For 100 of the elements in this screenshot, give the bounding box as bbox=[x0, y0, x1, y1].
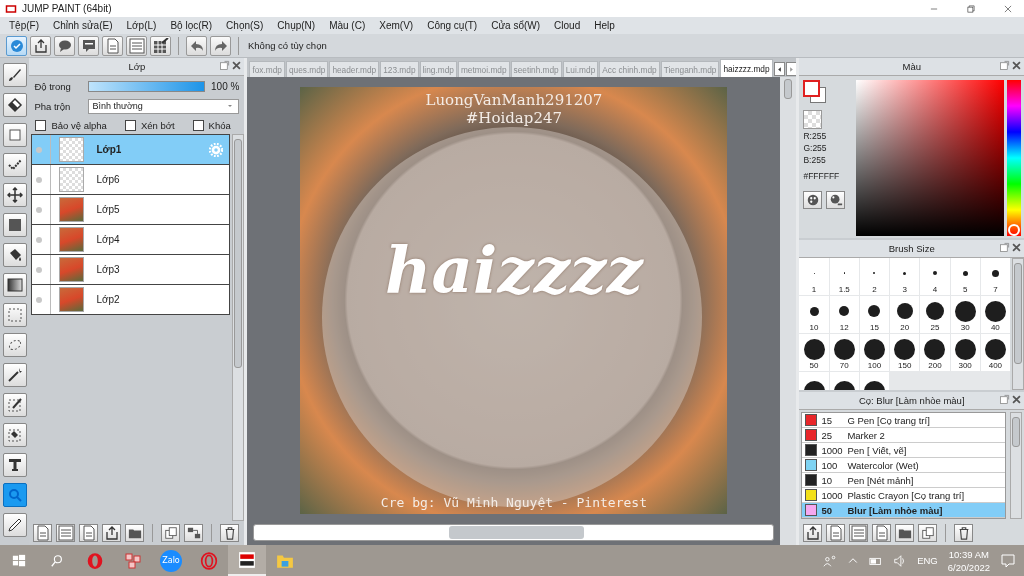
menu-item[interactable]: Công cụ(T) bbox=[420, 20, 485, 31]
brush-size-option[interactable]: 3 bbox=[890, 258, 920, 295]
tool-button[interactable] bbox=[2, 393, 27, 417]
taskbar-app[interactable] bbox=[228, 545, 266, 576]
folder-button[interactable] bbox=[895, 524, 915, 542]
horizontal-scrollbar[interactable] bbox=[253, 524, 775, 541]
brush-action-button[interactable] bbox=[803, 524, 823, 542]
menu-item[interactable]: Cửa sổ(W) bbox=[484, 20, 548, 31]
folder-button[interactable] bbox=[125, 524, 145, 542]
brush-item[interactable]: 25 Marker 2 bbox=[802, 428, 1005, 443]
brush-size-option[interactable]: 200 bbox=[920, 334, 950, 371]
rgb-value: R:255 bbox=[803, 131, 828, 141]
layer-row[interactable]: Lớp3 bbox=[32, 255, 230, 285]
brush-size-option[interactable]: 30 bbox=[950, 296, 980, 333]
menu-item[interactable]: Bộ lọc(R) bbox=[163, 20, 220, 31]
brush-item[interactable]: 50 Blur [Làm nhòe màu] bbox=[802, 503, 1005, 518]
brush-size-option[interactable]: 70 bbox=[829, 334, 859, 371]
scrollbar[interactable] bbox=[1012, 258, 1024, 390]
layer-row[interactable]: Lớp2 bbox=[32, 285, 230, 315]
duplicate-button[interactable] bbox=[918, 524, 938, 542]
tab-scroll-left-button[interactable] bbox=[773, 62, 785, 76]
tool-button[interactable] bbox=[2, 153, 27, 177]
brush-item[interactable]: 15 G Pen [Cọ trang trí] bbox=[802, 413, 1005, 428]
palette-button[interactable] bbox=[803, 191, 823, 209]
tool-button[interactable] bbox=[2, 243, 27, 267]
brush-size-option[interactable]: 25 bbox=[920, 296, 950, 333]
tool-button[interactable] bbox=[2, 183, 27, 207]
brush-size-option[interactable]: 2 bbox=[859, 258, 890, 295]
scrollbar[interactable] bbox=[232, 134, 245, 521]
toolbar-button[interactable] bbox=[54, 35, 75, 56]
vertical-scrollbar[interactable] bbox=[780, 77, 797, 545]
tool-button[interactable] bbox=[2, 513, 27, 537]
redo-button[interactable] bbox=[210, 35, 231, 56]
toolbar-button[interactable] bbox=[78, 35, 99, 56]
saturation-picker[interactable] bbox=[856, 80, 1004, 236]
brush-size-option[interactable]: 150 bbox=[890, 334, 920, 371]
visibility-dot-icon[interactable] bbox=[36, 266, 43, 273]
palette-edit-button[interactable] bbox=[826, 191, 846, 209]
duplicate-button[interactable] bbox=[161, 524, 181, 542]
tool-button[interactable] bbox=[2, 63, 27, 87]
visibility-dot-icon[interactable] bbox=[36, 206, 43, 213]
layer-row[interactable]: Lớp1 bbox=[32, 135, 230, 165]
blend-mode-dropdown[interactable]: Bình thường bbox=[88, 98, 240, 114]
brush-size-option[interactable]: 50 bbox=[799, 334, 829, 371]
hue-spectrum-bar[interactable] bbox=[1007, 80, 1021, 236]
brush-size-option[interactable]: 20 bbox=[890, 296, 920, 333]
brush-item[interactable]: 1000 Pen [ Viết, vẽ] bbox=[802, 443, 1005, 458]
brush-size-option[interactable]: 12 bbox=[829, 296, 859, 333]
layer-action-button[interactable] bbox=[102, 524, 122, 542]
visibility-dot-icon[interactable] bbox=[36, 296, 43, 303]
brush-size-option[interactable]: 40 bbox=[980, 296, 1010, 333]
menu-item[interactable]: Màu (C) bbox=[322, 20, 373, 31]
visibility-dot-icon[interactable] bbox=[36, 146, 43, 153]
menu-item[interactable]: Lớp(L) bbox=[119, 20, 164, 31]
visibility-dot-icon[interactable] bbox=[36, 176, 43, 183]
brush-size-option[interactable]: 1 bbox=[799, 258, 829, 295]
layer-row[interactable]: Lớp4 bbox=[32, 225, 230, 255]
brush-item[interactable]: 10 Pen [Nét mảnh] bbox=[802, 473, 1005, 488]
brush-size-option[interactable]: 4 bbox=[920, 258, 950, 295]
merge-button[interactable] bbox=[184, 524, 204, 542]
tool-button[interactable] bbox=[2, 273, 27, 297]
undo-button[interactable] bbox=[186, 35, 207, 56]
brush-size-option[interactable]: 400 bbox=[980, 334, 1010, 371]
brush-size-option[interactable]: 100 bbox=[859, 334, 890, 371]
tool-button[interactable] bbox=[2, 363, 27, 387]
checkbox[interactable]: Khóa bbox=[192, 119, 231, 131]
windows-icon bbox=[12, 553, 26, 568]
delete-button[interactable] bbox=[220, 524, 240, 542]
brush-size-option[interactable]: 7 bbox=[980, 258, 1010, 295]
document-tab[interactable]: haizzzz.mdp bbox=[720, 59, 773, 77]
tab-scroll-right-button[interactable] bbox=[785, 62, 797, 76]
menu-item[interactable]: Chụp(N) bbox=[270, 20, 323, 31]
menu-item[interactable]: Xem(V) bbox=[372, 20, 421, 31]
toolbar-button[interactable] bbox=[150, 35, 171, 56]
layer-row[interactable]: Lớp6 bbox=[32, 165, 230, 195]
menu-item[interactable]: Chọn(S) bbox=[219, 20, 271, 31]
tool-button[interactable] bbox=[2, 213, 27, 237]
tool-button[interactable] bbox=[2, 453, 27, 477]
checkbox[interactable]: Bảo vệ alpha bbox=[35, 119, 107, 131]
opacity-slider[interactable] bbox=[88, 80, 206, 92]
brush-size-option[interactable]: 15 bbox=[859, 296, 890, 333]
checkbox[interactable]: Xén bớt bbox=[124, 119, 175, 131]
menu-item[interactable]: Help bbox=[587, 20, 622, 31]
menu-item[interactable]: Chỉnh sửa(E) bbox=[46, 20, 120, 31]
tool-button[interactable] bbox=[2, 423, 27, 447]
scrollbar[interactable] bbox=[1010, 412, 1022, 519]
delete-button[interactable] bbox=[954, 524, 974, 542]
tool-button[interactable] bbox=[2, 93, 27, 117]
brush-size-option[interactable]: 10 bbox=[799, 296, 829, 333]
toolbar-button[interactable] bbox=[30, 35, 51, 56]
brush-size-option[interactable]: 5 bbox=[950, 258, 980, 295]
brush-size-option[interactable]: 300 bbox=[950, 334, 980, 371]
page-icon bbox=[80, 525, 97, 541]
menu-item[interactable]: Tệp(F) bbox=[2, 20, 46, 31]
layer-row[interactable]: Lớp5 bbox=[32, 195, 230, 225]
transparent-swatch[interactable] bbox=[803, 110, 823, 129]
menu-item[interactable]: Cloud bbox=[547, 20, 588, 31]
brush-size-option[interactable]: 1.5 bbox=[829, 258, 859, 295]
brush-item[interactable]: 100 Watercolor (Wet) bbox=[802, 458, 1005, 473]
visibility-dot-icon[interactable] bbox=[36, 236, 43, 243]
